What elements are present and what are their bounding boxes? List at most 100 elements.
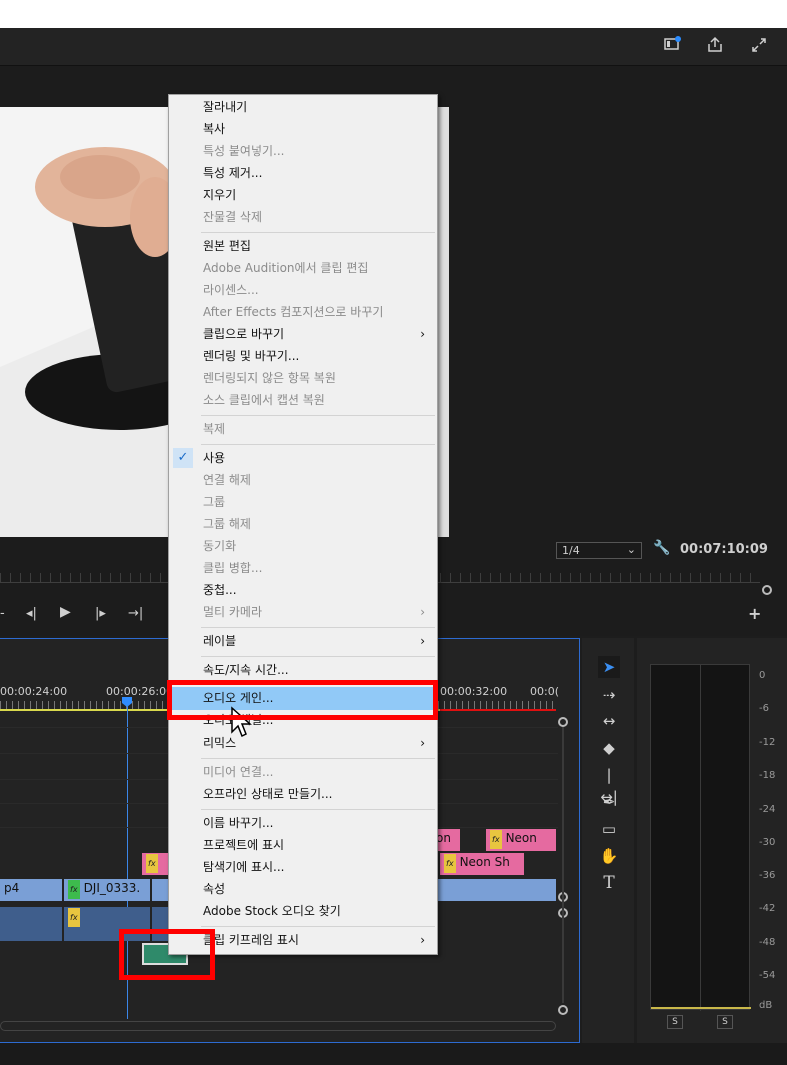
solo-button[interactable]: S: [667, 1015, 683, 1029]
scroll-handle[interactable]: [558, 717, 568, 727]
vertical-scroll-track[interactable]: [562, 727, 564, 1003]
meter-scale-label: 0: [759, 670, 766, 681]
menu-item-cut[interactable]: 잘라내기: [203, 96, 429, 118]
menu-item-edit-original[interactable]: 원본 편집: [203, 235, 429, 257]
meter-scale-label: -54: [759, 970, 776, 981]
menu-item-label-color[interactable]: 레이블 ›: [203, 630, 429, 652]
menu-item-paste-attributes[interactable]: 특성 붙여넣기...: [203, 140, 429, 162]
menu-item-make-offline[interactable]: 오프라인 상태로 만들기...: [203, 783, 429, 805]
next-frame-icon[interactable]: |▸: [95, 606, 106, 621]
solo-button[interactable]: S: [717, 1015, 733, 1029]
type-tool-icon[interactable]: T: [598, 872, 620, 894]
razor-icon[interactable]: ◆: [598, 737, 620, 759]
menu-item-properties[interactable]: 속성: [203, 878, 429, 900]
menu-separator: [201, 758, 435, 759]
chevron-right-icon: ›: [420, 736, 425, 750]
timeline-scrollbar[interactable]: [0, 1021, 556, 1031]
pen-icon[interactable]: ✒: [598, 791, 620, 813]
menu-item-license[interactable]: 라이센스...: [203, 279, 429, 301]
menu-item-nest[interactable]: 중첩...: [203, 579, 429, 601]
menu-item-unlink[interactable]: 연결 해제: [203, 469, 429, 491]
menu-item-render-and-replace[interactable]: 렌더링 및 바꾸기...: [203, 345, 429, 367]
render-bar: [440, 709, 556, 711]
fx-badge: fx: [146, 854, 158, 873]
zoom-value: 1/4: [562, 544, 580, 557]
meter-scale-label: -42: [759, 903, 776, 914]
rectangle-icon[interactable]: ▭: [598, 818, 620, 840]
menu-item-edit-in-audition[interactable]: Adobe Audition에서 클립 편집: [203, 257, 429, 279]
menu-item-multi-camera[interactable]: 멀티 카메라 ›: [203, 601, 429, 623]
menu-item-ripple-delete[interactable]: 잔물결 삭제: [203, 206, 429, 228]
chevron-right-icon: ›: [420, 933, 425, 947]
menu-item-show-keyframes[interactable]: 클립 키프레임 표시 ›: [203, 929, 429, 951]
menu-item-replace-with-ae[interactable]: After Effects 컴포지션으로 바꾸기: [203, 301, 429, 323]
window-top-strip: [0, 0, 787, 28]
menu-item-synchronize[interactable]: 동기화: [203, 535, 429, 557]
step-back-icon[interactable]: -: [0, 606, 5, 621]
zoom-select[interactable]: 1/4 ⌄: [556, 542, 642, 559]
fx-badge: fx: [68, 880, 80, 899]
menu-item-adobe-stock-audio[interactable]: Adobe Stock 오디오 찾기: [203, 900, 429, 922]
meter-scale-label: -48: [759, 937, 776, 948]
meter-scale-label: -18: [759, 770, 776, 781]
clip-pink[interactable]: fx Neon Sh: [440, 853, 524, 875]
scroll-handle[interactable]: [558, 1005, 568, 1015]
audio-meter-panel: 0 -6 -12 -18 -24 -30 -36 -42 -48 -54 dB …: [637, 638, 787, 1043]
hand-icon[interactable]: ✋: [598, 845, 620, 867]
menu-item-reveal-in-explorer[interactable]: 탐색기에 표시...: [203, 856, 429, 878]
selection-tool-icon[interactable]: ➤: [598, 656, 620, 678]
add-button-icon[interactable]: +: [748, 604, 761, 623]
clip-video[interactable]: fx DJI_0333.: [64, 879, 150, 901]
clip-video[interactable]: p4: [0, 879, 62, 901]
menu-item-remove-attributes[interactable]: 특성 제거...: [203, 162, 429, 184]
meter-level-line: [651, 1007, 751, 1009]
ruler-end-handle[interactable]: [762, 585, 772, 595]
slip-icon[interactable]: |↔|: [598, 764, 620, 806]
menu-item-restore-captions[interactable]: 소스 클립에서 캡션 복원: [203, 389, 429, 411]
menu-item-clear[interactable]: 지우기: [203, 184, 429, 206]
menu-item-enable[interactable]: 사용: [203, 447, 429, 469]
menu-item-speed-duration[interactable]: 속도/지속 시간...: [203, 659, 429, 681]
menu-item-ungroup[interactable]: 그룹 해제: [203, 513, 429, 535]
expand-icon[interactable]: [749, 36, 769, 56]
share-icon[interactable]: [705, 36, 725, 56]
menu-separator: [201, 809, 435, 810]
menu-item-restore-unrendered[interactable]: 렌더링되지 않은 항목 복원: [203, 367, 429, 389]
meter-scale-label: -30: [759, 837, 776, 848]
clip-pink[interactable]: fx Neon: [486, 829, 556, 851]
clip-label: Neon: [505, 831, 537, 845]
program-panel-header: [0, 28, 787, 66]
monitor-icon[interactable]: [662, 36, 682, 56]
menu-separator: [201, 926, 435, 927]
meter-divider: [700, 665, 701, 1011]
menu-item-label: 클립으로 바꾸기: [203, 327, 285, 341]
ruler-label: 00:00:24:00: [0, 685, 68, 698]
ruler-label: 00:00:26:00: [106, 685, 174, 698]
menu-item-rename[interactable]: 이름 바꾸기...: [203, 812, 429, 834]
menu-item-merge-clips[interactable]: 클립 병합...: [203, 557, 429, 579]
chevron-down-icon: ⌄: [626, 543, 636, 556]
menu-item-link-media[interactable]: 미디어 연결...: [203, 761, 429, 783]
chevron-right-icon: ›: [420, 327, 425, 341]
wrench-icon[interactable]: 🔧: [653, 540, 670, 556]
menu-item-label: 레이블: [203, 634, 237, 648]
menu-item-reveal-in-project[interactable]: 프로젝트에 표시: [203, 834, 429, 856]
menu-separator: [201, 232, 435, 233]
menu-item-replace-with-clip[interactable]: 클립으로 바꾸기 ›: [203, 323, 429, 345]
context-menu: 잘라내기 복사 특성 붙여넣기... 특성 제거... 지우기 잔물결 삭제 원…: [168, 94, 438, 955]
meter-scale-label: dB: [759, 1000, 773, 1011]
ripple-edit-icon[interactable]: ↔: [598, 710, 620, 732]
menu-item-copy[interactable]: 복사: [203, 118, 429, 140]
tools-panel: ➤ ⇢ ↔ ◆ |↔| ✒ ▭ ✋ T: [582, 638, 634, 1043]
clip-audio[interactable]: [0, 907, 62, 941]
track-select-icon[interactable]: ⇢: [598, 684, 620, 706]
annotation-box: [119, 929, 215, 980]
go-to-out-icon[interactable]: →|: [128, 606, 143, 621]
menu-item-duplicate[interactable]: 복제: [203, 418, 429, 440]
fx-badge: fx: [444, 854, 456, 873]
play-icon[interactable]: ▶: [60, 604, 71, 620]
previous-frame-icon[interactable]: ◂|: [26, 606, 37, 621]
menu-item-group[interactable]: 그룹: [203, 491, 429, 513]
chevron-right-icon: ›: [420, 634, 425, 648]
ruler-label: 00:00:32:00: [440, 685, 508, 698]
